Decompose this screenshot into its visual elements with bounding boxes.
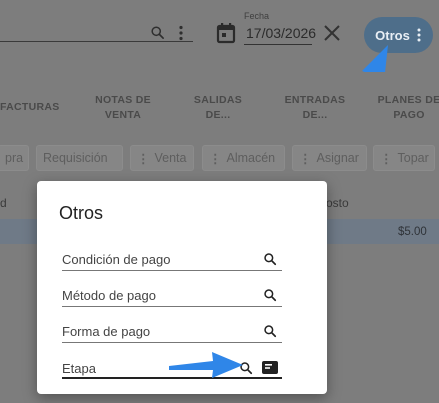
- search-icon[interactable]: [263, 324, 277, 338]
- action-label: Almacén: [226, 151, 276, 165]
- action-label: pra: [5, 151, 24, 165]
- close-icon[interactable]: [323, 24, 341, 42]
- tab-label: PLANES DE: [377, 94, 439, 106]
- dialog-title: Otros: [59, 203, 104, 223]
- forma-de-pago-field[interactable]: Forma de pago: [62, 324, 150, 339]
- metodo-de-pago-field[interactable]: Método de pago: [62, 288, 156, 303]
- tab-label: DE...: [302, 109, 328, 121]
- action-compra-button[interactable]: pra: [0, 145, 29, 171]
- tab-label: VENTA: [104, 109, 142, 121]
- tab-label: PAGO: [393, 109, 425, 121]
- action-label: Topar: [397, 151, 429, 165]
- action-topar-button[interactable]: ⋮ Topar: [373, 145, 435, 171]
- date-underline: [244, 44, 312, 45]
- vertical-dots-icon: ⋮: [380, 151, 393, 166]
- field-underline: [62, 342, 282, 343]
- action-venta-button[interactable]: ⋮ Venta: [130, 145, 194, 171]
- tab-label: NOTAS DE: [95, 94, 151, 106]
- search-icon[interactable]: [263, 252, 277, 266]
- search-underline: [0, 41, 193, 42]
- vertical-dots-icon: ⋮: [299, 151, 312, 166]
- action-label: Venta: [154, 151, 187, 165]
- column-header-costo: osto: [326, 196, 349, 210]
- vertical-dots-icon[interactable]: [176, 25, 186, 41]
- tab-label: DE...: [205, 109, 231, 121]
- action-requisicion-button[interactable]: Requisición: [36, 145, 123, 171]
- row-price: $5.00: [398, 226, 427, 238]
- search-icon[interactable]: [150, 25, 165, 40]
- vertical-dots-icon: [417, 28, 421, 42]
- calendar-icon[interactable]: [216, 22, 236, 44]
- tab-planes-de-pago[interactable]: PLANES DE PAGO: [374, 93, 439, 123]
- tab-label: SALIDAS: [193, 94, 243, 106]
- etapa-field[interactable]: Etapa: [62, 361, 96, 376]
- action-label: Requisición: [43, 151, 108, 165]
- vertical-dots-icon: ⋮: [137, 151, 150, 166]
- date-input[interactable]: 17/03/2026: [246, 25, 316, 41]
- tab-notas-de-venta[interactable]: NOTAS DE VENTA: [88, 93, 158, 123]
- tab-label: FACTURAS: [0, 101, 60, 113]
- field-underline: [62, 270, 282, 271]
- tab-label: ENTRADAS: [284, 94, 346, 106]
- search-icon[interactable]: [263, 288, 277, 302]
- tab-entradas[interactable]: ENTRADAS DE...: [280, 93, 350, 123]
- tab-facturas[interactable]: FACTURAS: [0, 100, 60, 115]
- action-asignar-button[interactable]: ⋮ Asignar: [292, 145, 367, 171]
- tab-salidas[interactable]: SALIDAS DE...: [183, 93, 253, 123]
- vertical-dots-icon: ⋮: [209, 151, 222, 166]
- condicion-de-pago-field[interactable]: Condición de pago: [62, 252, 170, 267]
- field-underline: [62, 306, 282, 307]
- action-label: Asignar: [316, 151, 359, 165]
- pointer-arrow-etapa: [169, 352, 243, 378]
- column-header-left: d: [0, 196, 7, 210]
- card-icon[interactable]: [261, 360, 279, 375]
- action-almacen-button[interactable]: ⋮ Almacén: [202, 145, 285, 171]
- date-caption: Fecha: [244, 11, 270, 21]
